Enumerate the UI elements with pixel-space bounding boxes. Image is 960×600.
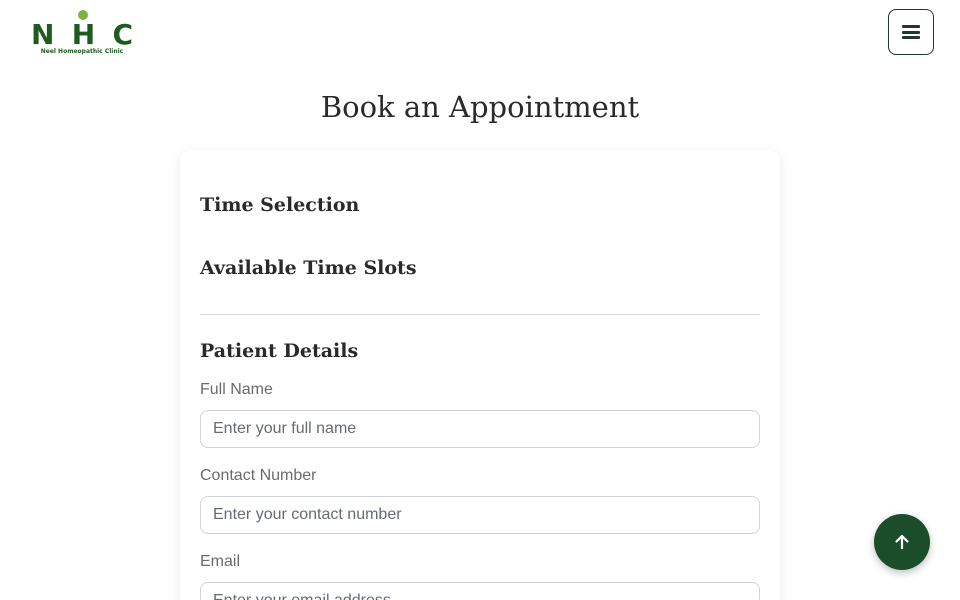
section-divider (200, 314, 760, 315)
menu-toggle-button[interactable] (888, 9, 934, 55)
arrow-up-icon (895, 534, 909, 550)
logo-letters: N H C (31, 18, 133, 51)
email-input[interactable] (200, 582, 760, 600)
logo-subtitle: Neel Homeopathic Clinic (40, 48, 124, 55)
appointment-card: Time Selection Available Time Slots Pati… (180, 150, 780, 600)
clinic-logo[interactable]: N H C Neel Homeopathic Clinic (31, 10, 133, 56)
back-to-top-button[interactable] (874, 514, 930, 570)
available-time-slots-heading: Available Time Slots (200, 257, 417, 279)
full-name-label: Full Name (200, 381, 273, 398)
contact-number-input[interactable] (200, 496, 760, 534)
email-label: Email (200, 553, 241, 570)
page: N H C Neel Homeopathic Clinic Book an Ap… (0, 0, 960, 600)
logo-letter-n: N (31, 18, 55, 51)
hamburger-icon (902, 25, 920, 39)
patient-details-heading: Patient Details (200, 340, 359, 362)
logo-letter-c: C (112, 18, 133, 51)
full-name-input[interactable] (200, 410, 760, 448)
logo-letter-h: H (71, 18, 96, 51)
contact-number-label: Contact Number (200, 467, 317, 484)
time-selection-heading: Time Selection (200, 194, 360, 216)
page-title: Book an Appointment (320, 90, 640, 124)
